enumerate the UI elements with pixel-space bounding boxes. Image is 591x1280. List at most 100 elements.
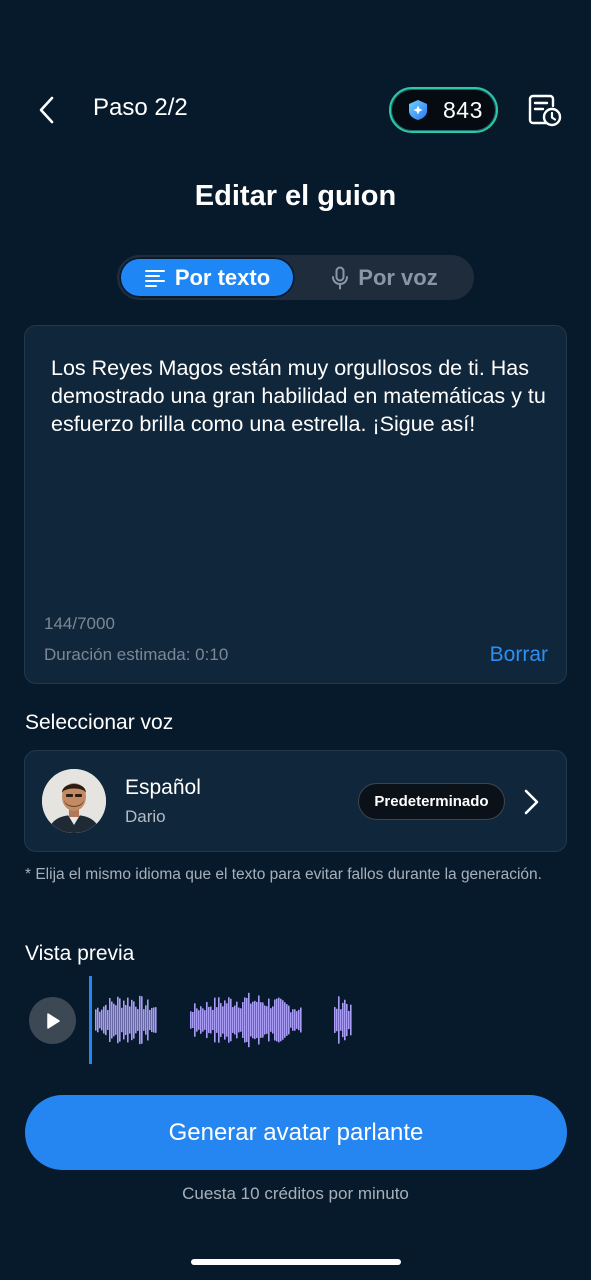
waveform-bar [276, 998, 278, 1042]
waveform-bar [240, 1008, 242, 1032]
waveform-bar [288, 1005, 290, 1035]
waveform-bar [125, 1005, 127, 1035]
waveform-bar [107, 1009, 109, 1031]
waveform-bar [284, 1002, 286, 1038]
waveform-bar [298, 1009, 300, 1031]
waveform-bar [266, 1006, 268, 1034]
waveform-bar [242, 1002, 244, 1038]
waveform-bar [226, 1003, 228, 1037]
waveform-bar [280, 998, 282, 1042]
waveform-bar [194, 1003, 196, 1037]
waveform-bar [262, 1002, 264, 1038]
waveform-bar [119, 998, 121, 1042]
credits-count: 843 [443, 96, 483, 123]
tab-by-text[interactable]: Por texto [119, 257, 295, 298]
waveform-bar [198, 1010, 200, 1030]
playhead[interactable] [89, 976, 92, 1064]
waveform-bar [115, 1005, 117, 1035]
chevron-right-icon [524, 789, 539, 815]
waveform-bar [230, 998, 232, 1042]
waveform-bar [248, 992, 250, 1048]
waveform-bar [99, 1011, 101, 1029]
waveform-bar [141, 996, 143, 1044]
language-hint: * Elija el mismo idioma que el texto par… [25, 864, 555, 885]
microphone-icon [332, 266, 349, 289]
language-hint-text: * Elija el mismo idioma que el texto par… [25, 866, 542, 883]
waveform-bar [270, 1008, 272, 1032]
estimated-duration: Duración estimada: 0:10 [44, 645, 229, 664]
waveform-bar [208, 1006, 210, 1034]
waveform-bar [250, 1003, 252, 1037]
waveform-bar [216, 1007, 218, 1033]
waveform-bar [131, 999, 133, 1041]
waveform-bar [113, 1003, 115, 1037]
waveform-bar [204, 1010, 206, 1030]
page-title: Editar el guion [194, 180, 397, 212]
play-icon [46, 1012, 60, 1029]
tab-by-voice[interactable]: Por voz [297, 257, 472, 298]
chevron-left-icon [39, 96, 54, 124]
waveform-bar [105, 1004, 107, 1036]
waveform-bar [260, 1002, 262, 1038]
waveform-bar [348, 1010, 350, 1030]
waveform-bar [346, 1003, 348, 1037]
script-editor[interactable]: Los Reyes Magos están muy orgullosos de … [24, 325, 567, 684]
preview-heading: Vista previa [25, 942, 135, 965]
waveform-bar [121, 1007, 123, 1033]
waveform-bar [202, 1008, 204, 1032]
waveform-bar [342, 1002, 344, 1038]
waveform-bar [139, 995, 141, 1045]
back-button[interactable] [26, 88, 66, 132]
character-counter: 144/7000 [44, 614, 115, 633]
waveform-bar [190, 1011, 192, 1029]
waveform-bar [252, 1001, 254, 1039]
waveform-bar [206, 1001, 208, 1039]
waveform-bar [220, 1003, 222, 1037]
script-textarea[interactable]: Los Reyes Magos están muy orgullosos de … [51, 354, 546, 438]
avatar [42, 769, 106, 833]
play-button[interactable] [29, 997, 76, 1044]
waveform-bar [151, 1007, 153, 1033]
waveform-bar [200, 1006, 202, 1034]
generate-avatar-button[interactable]: Generar avatar parlante [25, 1095, 567, 1170]
gem-icon [409, 100, 427, 120]
history-button[interactable] [524, 90, 564, 130]
waveform-bar [300, 1007, 302, 1033]
waveform-bar [278, 997, 280, 1043]
waveform-bar [292, 1009, 294, 1031]
default-badge: Predeterminado [358, 783, 505, 820]
input-mode-toggle: Por texto Por voz [117, 255, 474, 300]
waveform-bar [258, 995, 260, 1045]
waveform-bar [246, 998, 248, 1042]
waveform-bar [97, 1007, 99, 1033]
history-clock-icon [528, 94, 562, 127]
waveform-bar [256, 1001, 258, 1039]
waveform-bar [101, 1009, 103, 1031]
text-lines-icon [144, 269, 165, 287]
waveform-bar [103, 1006, 105, 1034]
waveform-bar [145, 1005, 147, 1035]
waveform-bar [274, 999, 276, 1041]
screen: Paso 2/2 843 Editar el guion Por texto P… [0, 0, 591, 1280]
waveform-bar [95, 1009, 97, 1031]
waveform-bar [149, 1009, 151, 1031]
waveform-bar [129, 1006, 131, 1034]
clear-button[interactable]: Borrar [490, 643, 548, 667]
waveform-bar [224, 1000, 226, 1040]
waveform-bar [111, 1001, 113, 1039]
waveform-bar [338, 996, 340, 1044]
waveform-bar [236, 1001, 238, 1039]
waveform-bar [286, 1004, 288, 1036]
home-indicator [191, 1259, 401, 1265]
voice-selector[interactable]: Español Dario Predeterminado [24, 750, 567, 852]
waveform-bar [210, 1006, 212, 1034]
credits-balance[interactable]: 843 [389, 87, 498, 133]
audio-waveform[interactable] [88, 976, 388, 1064]
waveform-bar [234, 1005, 236, 1035]
waveform-bar [117, 996, 119, 1044]
tab-by-text-label: Por texto [174, 264, 271, 290]
waveform-bar [254, 1000, 256, 1040]
waveform-bar [350, 1004, 352, 1036]
waveform-bar [244, 997, 246, 1043]
waveform-bar [137, 1009, 139, 1031]
